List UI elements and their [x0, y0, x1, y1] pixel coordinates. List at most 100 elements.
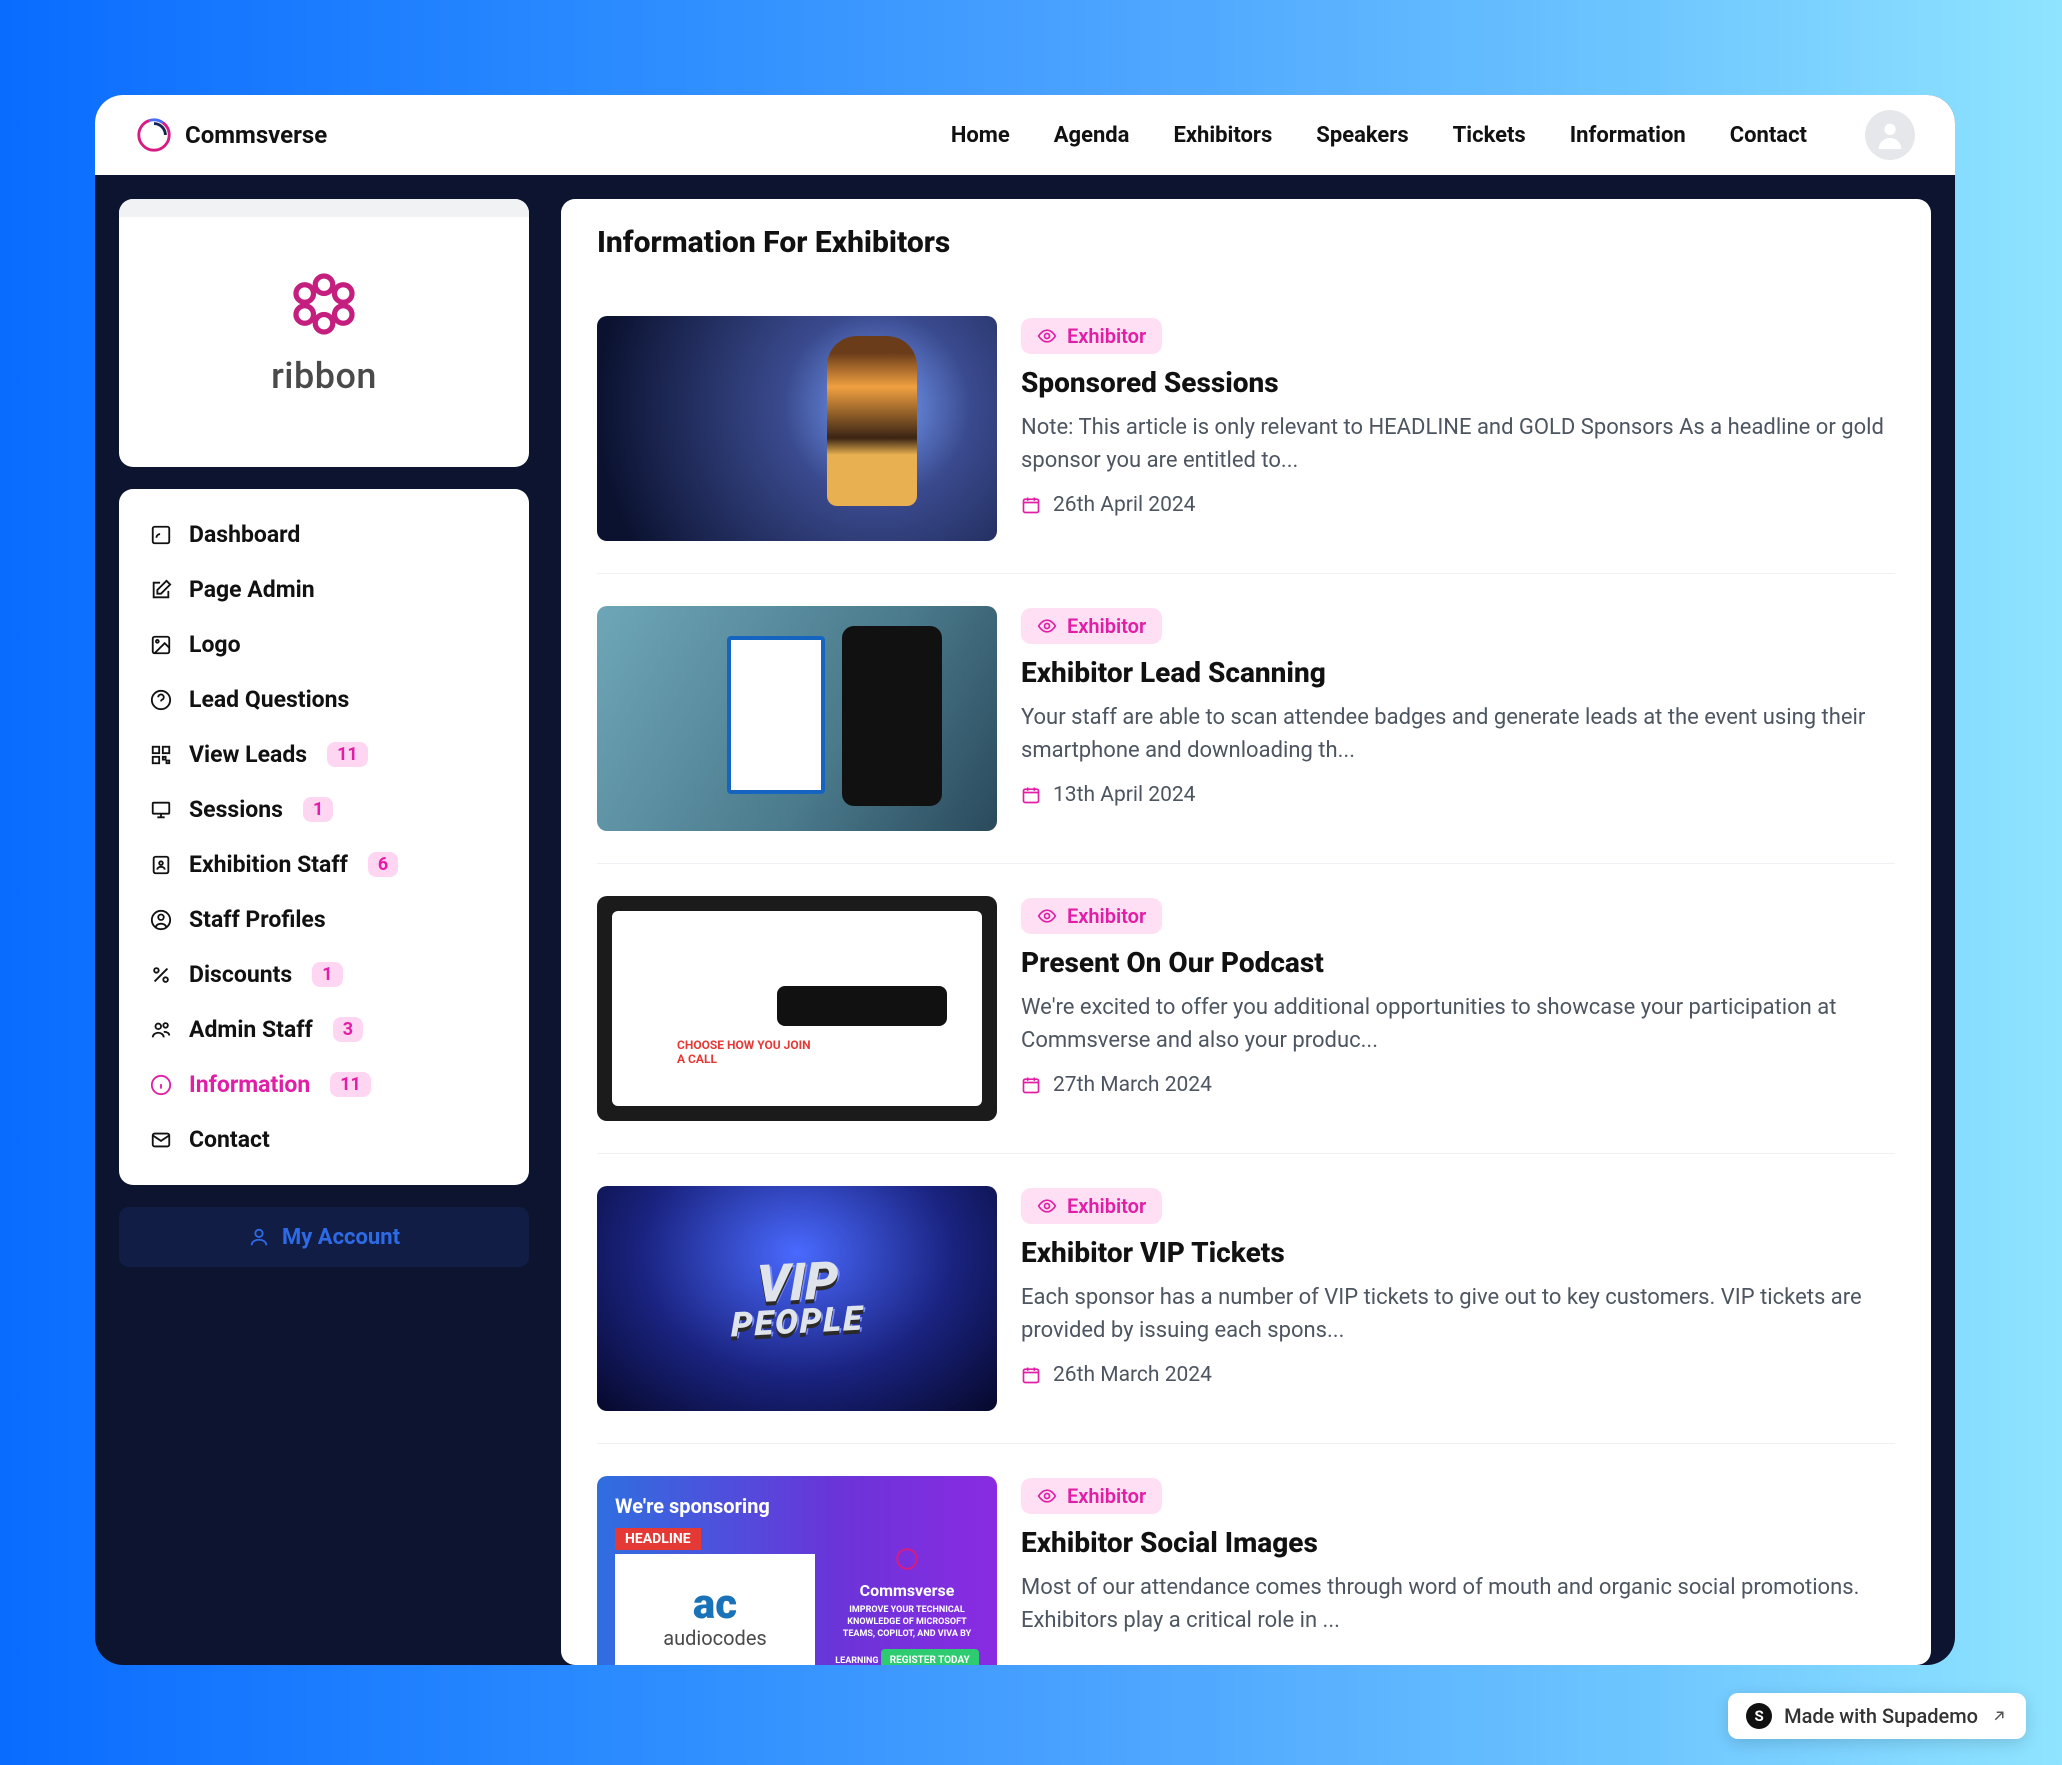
article-row[interactable]: We're sponsoring HEADLINE ac audiocodes … — [597, 1444, 1895, 1665]
sidebar-menu: Dashboard Page Admin Logo Lead Questions… — [119, 489, 529, 1185]
supademo-label: Made with Supademo — [1784, 1704, 1978, 1728]
body: ribbon Dashboard Page Admin Logo — [95, 175, 1955, 1665]
sidebar-item-logo[interactable]: Logo — [129, 617, 519, 672]
article-desc: We're excited to offer you additional op… — [1021, 991, 1895, 1057]
avatar-icon — [1873, 118, 1907, 152]
article-row[interactable]: Exhibitor Sponsored Sessions Note: This … — [597, 284, 1895, 574]
nav-tickets[interactable]: Tickets — [1453, 123, 1526, 148]
nav-exhibitors[interactable]: Exhibitors — [1173, 123, 1272, 148]
eye-icon — [1037, 326, 1057, 346]
nav-links: Home Agenda Exhibitors Speakers Tickets … — [951, 123, 1807, 148]
article-body: Exhibitor Exhibitor Lead Scanning Your s… — [1021, 606, 1895, 831]
tag-label: Exhibitor — [1067, 614, 1146, 638]
article-thumbnail: VIPPEOPLE — [597, 1186, 997, 1411]
nav-home[interactable]: Home — [951, 123, 1010, 148]
question-icon — [149, 688, 173, 712]
badge: 11 — [330, 1072, 371, 1097]
calendar-icon — [1021, 1365, 1041, 1385]
sidebar-label: Page Admin — [189, 576, 315, 603]
sidebar-item-sessions[interactable]: Sessions 1 — [129, 782, 519, 837]
brand-name: Commsverse — [185, 121, 327, 149]
sidebar-item-dashboard[interactable]: Dashboard — [129, 507, 519, 562]
nav-agenda[interactable]: Agenda — [1054, 123, 1130, 148]
sidebar-item-admin-staff[interactable]: Admin Staff 3 — [129, 1002, 519, 1057]
badge: 1 — [303, 797, 333, 822]
user-circle-icon — [149, 908, 173, 932]
article-thumbnail — [597, 606, 997, 831]
article-date: 26th March 2024 — [1021, 1363, 1895, 1387]
presentation-icon — [149, 798, 173, 822]
calendar-icon — [1021, 1075, 1041, 1095]
percent-icon — [149, 963, 173, 987]
article-thumbnail: CHOOSE HOW YOU JOINA CALL — [597, 896, 997, 1121]
eye-icon — [1037, 1196, 1057, 1216]
tag-label: Exhibitor — [1067, 1484, 1146, 1508]
sidebar-label: Lead Questions — [189, 686, 349, 713]
dashboard-icon — [149, 523, 173, 547]
badge: 11 — [327, 742, 368, 767]
category-tag: Exhibitor — [1021, 608, 1162, 644]
sidebar: ribbon Dashboard Page Admin Logo — [119, 199, 529, 1665]
sidebar-item-lead-questions[interactable]: Lead Questions — [129, 672, 519, 727]
badge: 6 — [368, 852, 398, 877]
sidebar-item-discounts[interactable]: Discounts 1 — [129, 947, 519, 1002]
sidebar-label: Discounts — [189, 961, 292, 988]
supademo-icon: S — [1746, 1703, 1772, 1729]
article-row[interactable]: Exhibitor Exhibitor Lead Scanning Your s… — [597, 574, 1895, 864]
sidebar-label: Contact — [189, 1126, 270, 1153]
tag-label: Exhibitor — [1067, 904, 1146, 928]
date-text: 13th April 2024 — [1053, 783, 1196, 807]
article-desc: Note: This article is only relevant to H… — [1021, 411, 1895, 477]
sidebar-label: Dashboard — [189, 521, 300, 548]
date-text: 26th March 2024 — [1053, 1363, 1212, 1387]
external-link-icon — [1990, 1707, 2008, 1725]
category-tag: Exhibitor — [1021, 1478, 1162, 1514]
eye-icon — [1037, 906, 1057, 926]
sidebar-item-exhibition-staff[interactable]: Exhibition Staff 6 — [129, 837, 519, 892]
sidebar-item-information[interactable]: Information 11 — [129, 1057, 519, 1112]
article-body: Exhibitor Sponsored Sessions Note: This … — [1021, 316, 1895, 541]
date-text: 26th April 2024 — [1053, 493, 1196, 517]
eye-icon — [1037, 616, 1057, 636]
category-tag: Exhibitor — [1021, 898, 1162, 934]
brand[interactable]: Commsverse — [135, 116, 327, 154]
article-body: Exhibitor Exhibitor VIP Tickets Each spo… — [1021, 1186, 1895, 1411]
image-icon — [149, 633, 173, 657]
mail-icon — [149, 1128, 173, 1152]
brand-logo-icon — [135, 116, 173, 154]
article-row[interactable]: VIPPEOPLE Exhibitor Exhibitor VIP Ticket… — [597, 1154, 1895, 1444]
my-account-button[interactable]: My Account — [119, 1207, 529, 1267]
article-body: Exhibitor Exhibitor Social Images Most o… — [1021, 1476, 1895, 1665]
sidebar-item-page-admin[interactable]: Page Admin — [129, 562, 519, 617]
calendar-icon — [1021, 495, 1041, 515]
nav-speakers[interactable]: Speakers — [1316, 123, 1408, 148]
nav-contact[interactable]: Contact — [1730, 123, 1807, 148]
article-row[interactable]: CHOOSE HOW YOU JOINA CALL Exhibitor Pres… — [597, 864, 1895, 1154]
tag-label: Exhibitor — [1067, 324, 1146, 348]
sidebar-item-view-leads[interactable]: View Leads 11 — [129, 727, 519, 782]
article-desc: Most of our attendance comes through wor… — [1021, 1571, 1895, 1637]
article-title: Present On Our Podcast — [1021, 946, 1895, 979]
sidebar-label: Staff Profiles — [189, 906, 326, 933]
article-thumbnail — [597, 316, 997, 541]
user-avatar[interactable] — [1865, 110, 1915, 160]
my-account-label: My Account — [282, 1225, 400, 1250]
ribbon-mark-icon — [289, 269, 359, 339]
sidebar-item-staff-profiles[interactable]: Staff Profiles — [129, 892, 519, 947]
article-body: Exhibitor Present On Our Podcast We're e… — [1021, 896, 1895, 1121]
article-title: Exhibitor Lead Scanning — [1021, 656, 1895, 689]
supademo-badge[interactable]: S Made with Supademo — [1728, 1693, 2026, 1739]
article-date: 13th April 2024 — [1021, 783, 1895, 807]
top-bar: Commsverse Home Agenda Exhibitors Speake… — [95, 95, 1955, 175]
article-title: Exhibitor Social Images — [1021, 1526, 1895, 1559]
sidebar-item-contact[interactable]: Contact — [129, 1112, 519, 1167]
sidebar-label: Information — [189, 1071, 310, 1098]
info-icon — [149, 1073, 173, 1097]
badge: 1 — [312, 962, 342, 987]
users-icon — [149, 1018, 173, 1042]
eye-icon — [1037, 1486, 1057, 1506]
tag-label: Exhibitor — [1067, 1194, 1146, 1218]
ribbon-logo: ribbon — [271, 269, 377, 397]
main-content: Information For Exhibitors Exhibitor Spo… — [561, 199, 1931, 1665]
nav-information[interactable]: Information — [1570, 123, 1686, 148]
